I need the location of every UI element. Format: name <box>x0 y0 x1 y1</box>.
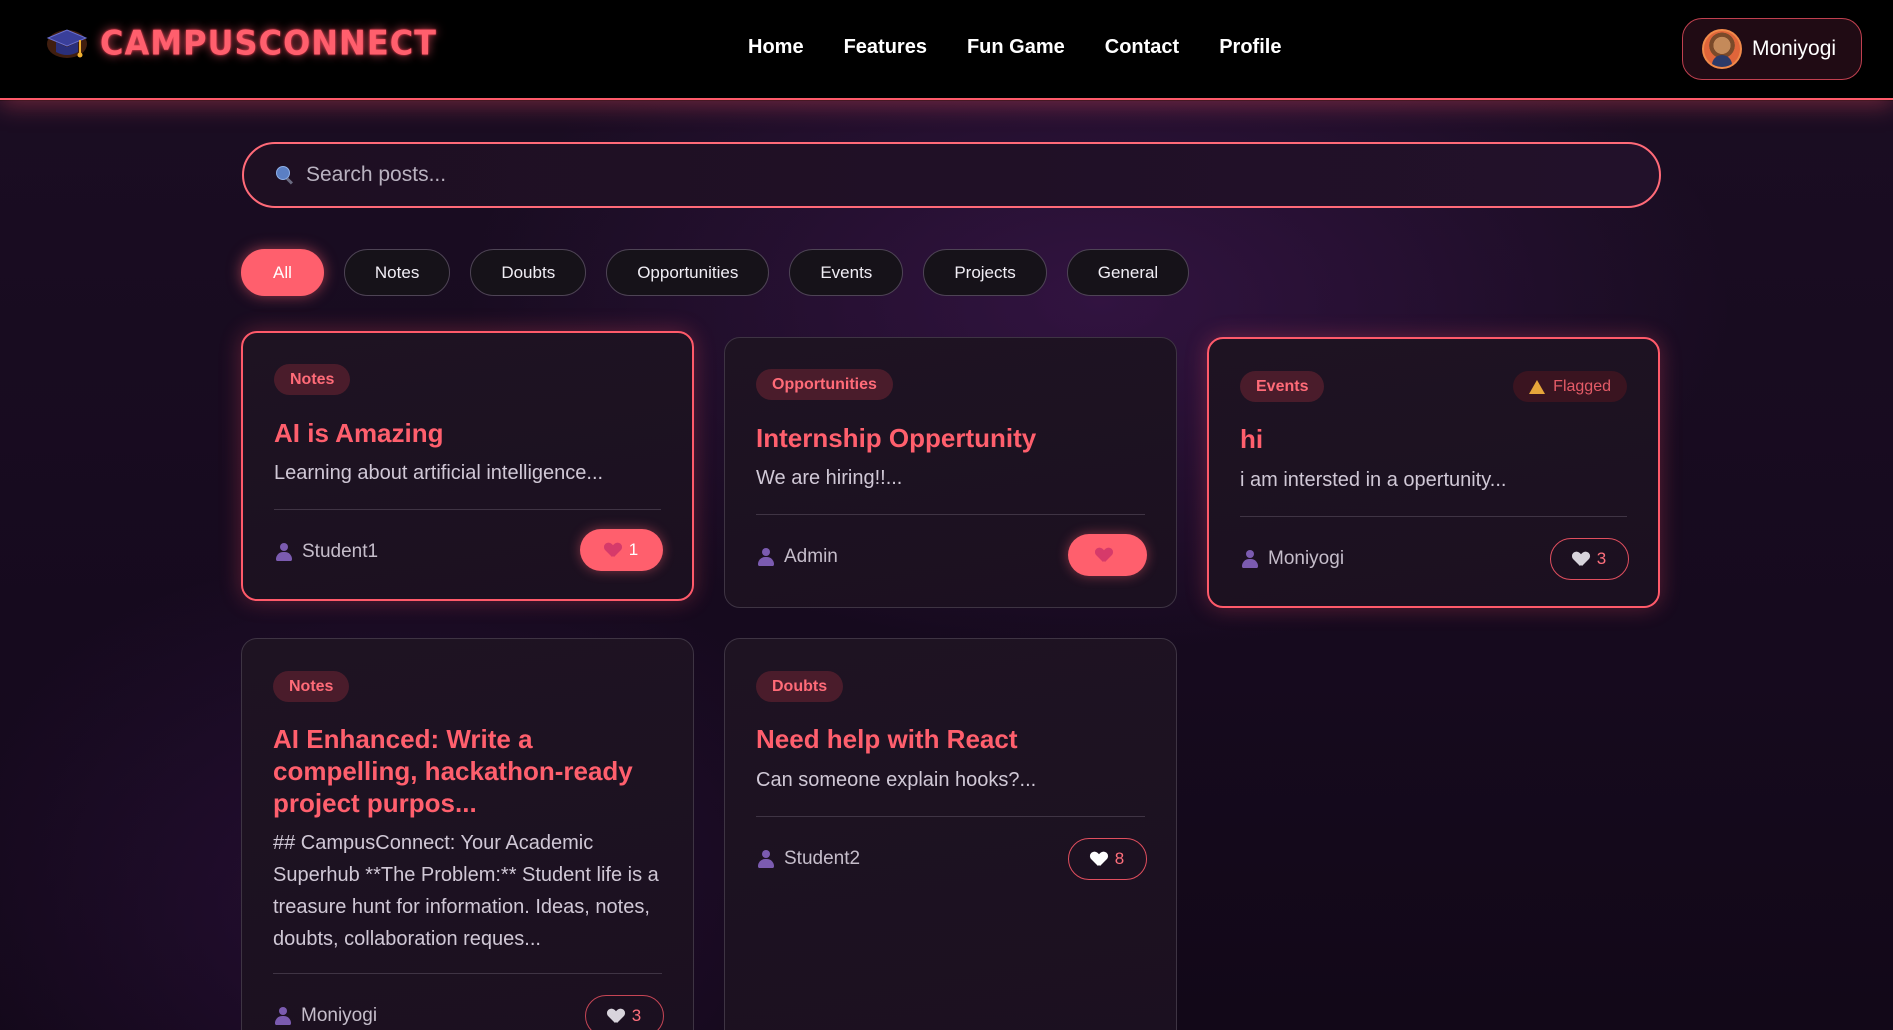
heart-icon <box>1091 852 1107 867</box>
profile-button[interactable]: Moniyogi <box>1682 18 1862 80</box>
post-card[interactable]: Doubts Need help with React Can someone … <box>724 638 1177 1030</box>
category-badge: Opportunities <box>756 369 893 400</box>
category-badge: Notes <box>274 364 351 395</box>
author-name: Admin <box>784 546 838 567</box>
author-name: Moniyogi <box>1268 548 1345 569</box>
filter-doubts[interactable]: Doubts <box>470 249 587 296</box>
post-excerpt: i am intersted in a opertunity... <box>1240 469 1507 491</box>
like-count: 3 <box>1596 549 1607 568</box>
post-card[interactable]: Events Flagged hi i am intersted in a op… <box>1207 337 1660 608</box>
brand[interactable]: CAMPUSCONNECT <box>44 22 437 64</box>
nav-link-profile[interactable]: Profile <box>1219 36 1281 59</box>
heart-icon <box>608 1009 624 1024</box>
like-count: 8 <box>1114 849 1125 868</box>
post-author: Student2 <box>758 848 860 870</box>
post-author: Moniyogi <box>275 1005 377 1027</box>
divider <box>756 816 1145 817</box>
author-name: Moniyogi <box>301 1005 378 1026</box>
nav-link-home[interactable]: Home <box>748 36 804 59</box>
category-badge: Doubts <box>756 671 844 702</box>
category-badge: Notes <box>273 671 350 702</box>
author-name: Student1 <box>302 541 379 562</box>
post-title[interactable]: Internship Oppertunity <box>756 422 1145 454</box>
divider <box>1240 516 1627 517</box>
nav-link-features[interactable]: Features <box>844 36 927 59</box>
like-button[interactable]: 8 <box>1068 838 1147 880</box>
post-title[interactable]: Need help with React <box>756 723 1145 755</box>
post-card[interactable]: Notes AI Enhanced: Write a compelling, h… <box>241 638 694 1030</box>
user-icon <box>275 1007 291 1025</box>
like-count: 1 <box>628 540 639 559</box>
nav-link-fun-game[interactable]: Fun Game <box>967 36 1065 59</box>
nav-link-contact[interactable]: Contact <box>1105 36 1179 59</box>
post-card[interactable]: Opportunities Internship Oppertunity We … <box>724 337 1177 608</box>
category-filters: All Notes Doubts Opportunities Events Pr… <box>241 249 1190 296</box>
post-excerpt: ## CampusConnect: Your Academic Superhub… <box>273 832 659 950</box>
filter-notes[interactable]: Notes <box>343 249 451 296</box>
user-icon <box>1242 550 1258 568</box>
category-badge: Events <box>1240 371 1325 402</box>
post-card[interactable]: Notes AI is Amazing Learning about artif… <box>241 331 694 601</box>
post-title[interactable]: AI is Amazing <box>274 417 661 449</box>
post-title[interactable]: hi <box>1240 423 1627 455</box>
profile-name: Moniyogi <box>1752 37 1837 60</box>
post-excerpt: Learning about artificial intelligence..… <box>274 462 604 484</box>
filter-opportunities[interactable]: Opportunities <box>606 249 770 296</box>
search-icon <box>276 166 294 184</box>
heart-icon <box>605 543 621 558</box>
graduation-cap-icon <box>46 29 88 58</box>
post-title[interactable]: AI Enhanced: Write a compelling, hackath… <box>273 723 662 819</box>
post-author: Student1 <box>276 541 378 563</box>
like-button[interactable]: 3 <box>585 995 664 1030</box>
user-icon <box>276 543 292 561</box>
like-button[interactable]: 1 <box>580 529 663 571</box>
filter-projects[interactable]: Projects <box>923 249 1047 296</box>
heart-icon <box>1573 552 1589 567</box>
like-button[interactable] <box>1068 534 1147 576</box>
flagged-badge: Flagged <box>1513 371 1627 402</box>
avatar <box>1702 29 1742 69</box>
post-author: Moniyogi <box>1242 548 1344 570</box>
author-name: Student2 <box>784 848 861 869</box>
divider <box>274 509 661 510</box>
search-bar <box>242 142 1661 208</box>
post-excerpt: We are hiring!!... <box>756 467 903 489</box>
user-icon <box>758 548 774 566</box>
filter-general[interactable]: General <box>1066 249 1190 296</box>
divider <box>756 514 1145 515</box>
warning-icon <box>1529 379 1546 394</box>
flagged-label: Flagged <box>1553 377 1611 395</box>
navbar: CAMPUSCONNECT Home Features Fun Game Con… <box>0 0 1893 100</box>
like-count: 3 <box>631 1006 642 1025</box>
post-author: Admin <box>758 546 838 568</box>
divider <box>273 973 662 974</box>
search-input[interactable] <box>306 163 1606 187</box>
filter-events[interactable]: Events <box>789 249 904 296</box>
heart-icon <box>1096 548 1112 563</box>
post-excerpt: Can someone explain hooks?... <box>756 769 1037 791</box>
nav-links: Home Features Fun Game Contact Profile <box>748 36 1281 59</box>
brand-name: CAMPUSCONNECT <box>100 23 437 63</box>
like-button[interactable]: 3 <box>1550 538 1629 580</box>
filter-all[interactable]: All <box>241 249 324 296</box>
user-icon <box>758 850 774 868</box>
